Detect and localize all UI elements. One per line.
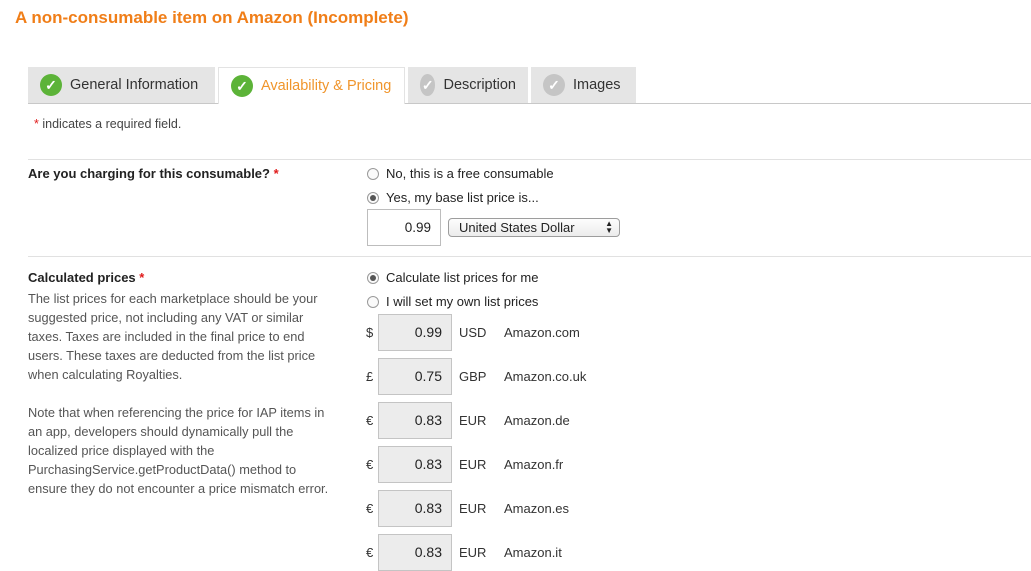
price-row-amazon-com: $ 0.99 USD Amazon.com xyxy=(366,314,580,351)
marketplace-name: Amazon.com xyxy=(504,325,580,340)
required-field-note: * indicates a required field. xyxy=(34,117,181,131)
tab-description[interactable]: ✓ Description xyxy=(408,67,528,103)
note-line: localized price displayed with the xyxy=(28,443,215,458)
tab-label: Images xyxy=(573,77,621,93)
price-row-amazon-fr: € 0.83 EUR Amazon.fr xyxy=(366,446,563,483)
price-row-amazon-co-uk: £ 0.75 GBP Amazon.co.uk xyxy=(366,358,586,395)
note-line: ensure they do not encounter a price mis… xyxy=(28,481,329,496)
price-input[interactable]: 0.75 xyxy=(378,358,452,395)
marketplace-name: Amazon.it xyxy=(504,545,562,560)
currency-symbol: € xyxy=(366,545,374,560)
radio-label: No, this is a free consumable xyxy=(386,166,554,181)
currency-select[interactable]: United States Dollar ▲ ▼ xyxy=(448,218,620,237)
radio-label: Yes, my base list price is... xyxy=(386,190,539,205)
currency-symbol: € xyxy=(366,413,374,428)
tab-bar-divider xyxy=(28,103,1031,104)
radio-label: I will set my own list prices xyxy=(386,294,539,309)
radio-button[interactable] xyxy=(367,271,379,284)
price-input[interactable]: 0.83 xyxy=(378,402,452,439)
currency-symbol: $ xyxy=(366,325,374,340)
radio-free-consumable[interactable]: No, this is a free consumable xyxy=(367,166,554,181)
required-star: * xyxy=(34,117,39,131)
tab-images[interactable]: ✓ Images xyxy=(531,67,636,103)
price-row-amazon-es: € 0.83 EUR Amazon.es xyxy=(366,490,569,527)
radio-base-price[interactable]: Yes, my base list price is... xyxy=(367,190,539,205)
currency-code: USD xyxy=(459,325,487,340)
radio-button[interactable] xyxy=(367,191,379,204)
calculated-prices-description: The list prices for each marketplace sho… xyxy=(28,289,358,384)
charging-label-text: Are you charging for this consumable? xyxy=(28,166,270,181)
required-note-text: indicates a required field. xyxy=(42,117,182,131)
base-price-input[interactable]: 0.99 xyxy=(367,209,441,246)
calculated-prices-label: Calculated prices * xyxy=(28,270,144,285)
radio-calculate-prices[interactable]: Calculate list prices for me xyxy=(367,270,538,285)
price-input[interactable]: 0.83 xyxy=(378,534,452,571)
description-line: The list prices for each marketplace sho… xyxy=(28,291,318,306)
currency-symbol: € xyxy=(366,501,374,516)
section-divider xyxy=(28,159,1031,160)
marketplace-name: Amazon.fr xyxy=(504,457,564,472)
currency-code: EUR xyxy=(459,413,487,428)
section-divider xyxy=(28,256,1031,257)
note-line: PurchasingService.getProductData() metho… xyxy=(28,462,297,477)
charging-label: Are you charging for this consumable? * xyxy=(28,166,279,181)
check-circle-icon: ✓ xyxy=(231,75,253,97)
marketplace-name: Amazon.es xyxy=(504,501,570,516)
currency-symbol: £ xyxy=(366,369,374,384)
check-circle-icon: ✓ xyxy=(40,74,62,96)
tab-label: General Information xyxy=(70,77,199,93)
note-line: an app, developers should dynamically pu… xyxy=(28,424,294,439)
radio-button[interactable] xyxy=(367,167,379,180)
marketplace-name: Amazon.co.uk xyxy=(504,369,587,384)
description-line: taxes. Taxes are included in the final p… xyxy=(28,329,305,344)
tab-general-information[interactable]: ✓ General Information xyxy=(28,67,215,103)
tab-bar: ✓ General Information ✓ Availability & P… xyxy=(28,67,639,104)
iap-price-note: Note that when referencing the price for… xyxy=(28,403,358,498)
marketplace-name: Amazon.de xyxy=(504,413,570,428)
description-line: suggested price, not including any VAT o… xyxy=(28,310,304,325)
required-star: * xyxy=(139,270,145,285)
currency-code: EUR xyxy=(459,545,487,560)
currency-code: EUR xyxy=(459,457,487,472)
radio-label: Calculate list prices for me xyxy=(386,270,539,285)
description-line: when calculating Royalties. xyxy=(28,367,183,382)
page-title: A non-consumable item on Amazon (Incompl… xyxy=(15,8,409,27)
tab-label: Description xyxy=(443,77,516,93)
price-input[interactable]: 0.83 xyxy=(378,446,452,483)
tab-availability-pricing[interactable]: ✓ Availability & Pricing xyxy=(218,67,405,104)
currency-select-value: United States Dollar xyxy=(459,220,575,235)
tab-label: Availability & Pricing xyxy=(261,78,392,94)
currency-code: EUR xyxy=(459,501,487,516)
check-circle-icon: ✓ xyxy=(543,74,565,96)
radio-button[interactable] xyxy=(367,295,379,308)
note-line: Note that when referencing the price for… xyxy=(28,405,325,420)
calculated-label-text: Calculated prices xyxy=(28,270,136,285)
price-row-amazon-it: € 0.83 EUR Amazon.it xyxy=(366,534,562,571)
check-circle-icon: ✓ xyxy=(420,74,436,96)
radio-set-own-prices[interactable]: I will set my own list prices xyxy=(367,294,538,309)
currency-code: GBP xyxy=(459,369,487,384)
select-arrows-icon: ▲ ▼ xyxy=(605,219,613,235)
required-star: * xyxy=(273,166,279,181)
price-row-amazon-de: € 0.83 EUR Amazon.de xyxy=(366,402,570,439)
price-input[interactable]: 0.83 xyxy=(378,490,452,527)
currency-symbol: € xyxy=(366,457,374,472)
description-line: users. These taxes are deducted from the… xyxy=(28,348,316,363)
price-input[interactable]: 0.99 xyxy=(378,314,452,351)
